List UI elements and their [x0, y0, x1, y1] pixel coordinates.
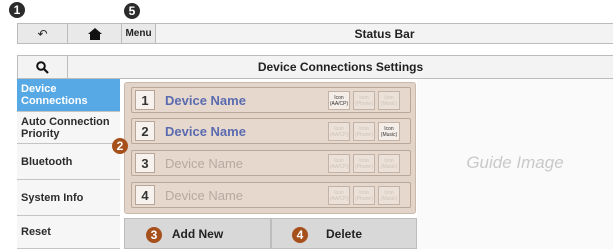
callout-3: 3 — [146, 227, 162, 243]
device-row-1[interactable]: 1 Device Name Icon (AA/CP) Icon (Phone) … — [131, 87, 411, 113]
music-icon: Icon (Music) — [378, 154, 400, 173]
device-name: Device Name — [165, 187, 244, 203]
status-bar-title: Status Bar — [354, 26, 415, 41]
search-button[interactable] — [17, 56, 68, 78]
device-number: 3 — [135, 153, 155, 173]
device-number: 4 — [135, 185, 155, 205]
home-button[interactable] — [68, 24, 122, 43]
sidebar: Device Connections Auto Connection Prior… — [17, 79, 120, 249]
device-name: Device Name — [165, 92, 246, 108]
device-row-3[interactable]: 3 Device Name Icon (AA/CP) Icon (Phone) … — [131, 150, 411, 176]
device-number: 2 — [135, 121, 155, 141]
phone-icon: Icon (Phone) — [353, 122, 375, 141]
back-arrow-icon: ↶ — [37, 26, 48, 41]
music-icon: Icon (Music) — [378, 122, 400, 141]
callout-4: 4 — [292, 227, 308, 243]
callout-2: 2 — [112, 138, 128, 154]
aa-cp-icon: Icon (AA/CP) — [328, 122, 350, 141]
music-icon: Icon (Music) — [378, 91, 400, 110]
device-row-2[interactable]: 2 Device Name Icon (AA/CP) Icon (Phone) … — [131, 118, 411, 144]
device-list: 1 Device Name Icon (AA/CP) Icon (Phone) … — [124, 82, 416, 214]
callout-5: 5 — [124, 3, 140, 19]
aa-cp-icon: Icon (AA/CP) — [328, 91, 350, 110]
status-bar: ↶ Menu Status Bar — [17, 23, 613, 44]
guide-image-label: Guide Image — [466, 153, 564, 172]
settings-header: Device Connections Settings — [17, 55, 613, 79]
sidebar-item-bluetooth[interactable]: Bluetooth — [17, 144, 120, 180]
sidebar-item-reset[interactable]: Reset — [17, 216, 120, 249]
sidebar-item-system-info[interactable]: System Info — [17, 180, 120, 216]
callout-1: 1 — [9, 2, 25, 18]
phone-icon: Icon (Phone) — [353, 186, 375, 205]
guide-image-area: Guide Image — [417, 79, 613, 249]
page-title: Device Connections Settings — [257, 60, 424, 74]
back-button[interactable]: ↶ — [17, 24, 68, 43]
device-name: Device Name — [165, 123, 246, 139]
phone-icon: Icon (Phone) — [353, 154, 375, 173]
menu-button[interactable]: Menu — [122, 24, 156, 43]
sidebar-item-device-connections[interactable]: Device Connections — [17, 79, 120, 112]
aa-cp-icon: Icon (AA/CP) — [328, 186, 350, 205]
music-icon: Icon (Music) — [378, 186, 400, 205]
phone-icon: Icon (Phone) — [353, 91, 375, 110]
aa-cp-icon: Icon (AA/CP) — [328, 154, 350, 173]
home-icon — [87, 27, 102, 40]
search-icon — [36, 60, 49, 74]
sidebar-item-auto-connection-priority[interactable]: Auto Connection Priority — [17, 112, 120, 144]
screen: 1 5 ↶ Menu Status Bar Device Connections… — [0, 0, 613, 249]
device-number: 1 — [135, 90, 155, 110]
device-name: Device Name — [165, 155, 244, 171]
device-row-4[interactable]: 4 Device Name Icon (AA/CP) Icon (Phone) … — [131, 182, 411, 208]
